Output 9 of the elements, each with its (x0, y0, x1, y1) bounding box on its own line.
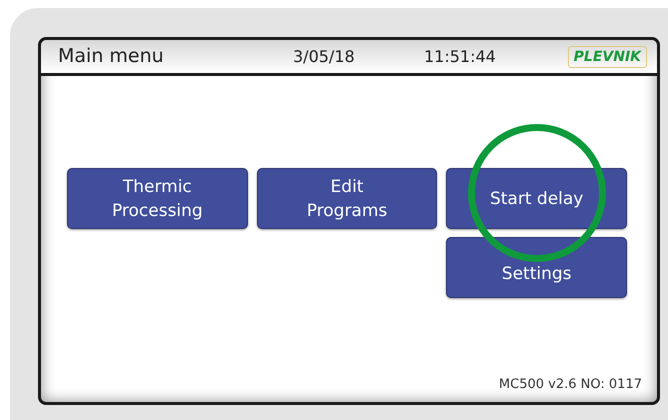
version-text: MC500 v2.6 NO: 0117 (498, 376, 642, 394)
time-text: 11:51:44 (424, 46, 496, 68)
menu-button[interactable]: Thermic Processing (67, 168, 248, 229)
screen-title: Main menu (58, 44, 165, 70)
date-text: 3/05/18 (293, 46, 356, 68)
menu-button[interactable]: Settings (446, 237, 627, 298)
menu-button[interactable]: Edit Programs (256, 168, 438, 229)
menu-button[interactable]: Start delay (446, 168, 627, 229)
brand-logo: PLEVNIK (568, 46, 647, 68)
